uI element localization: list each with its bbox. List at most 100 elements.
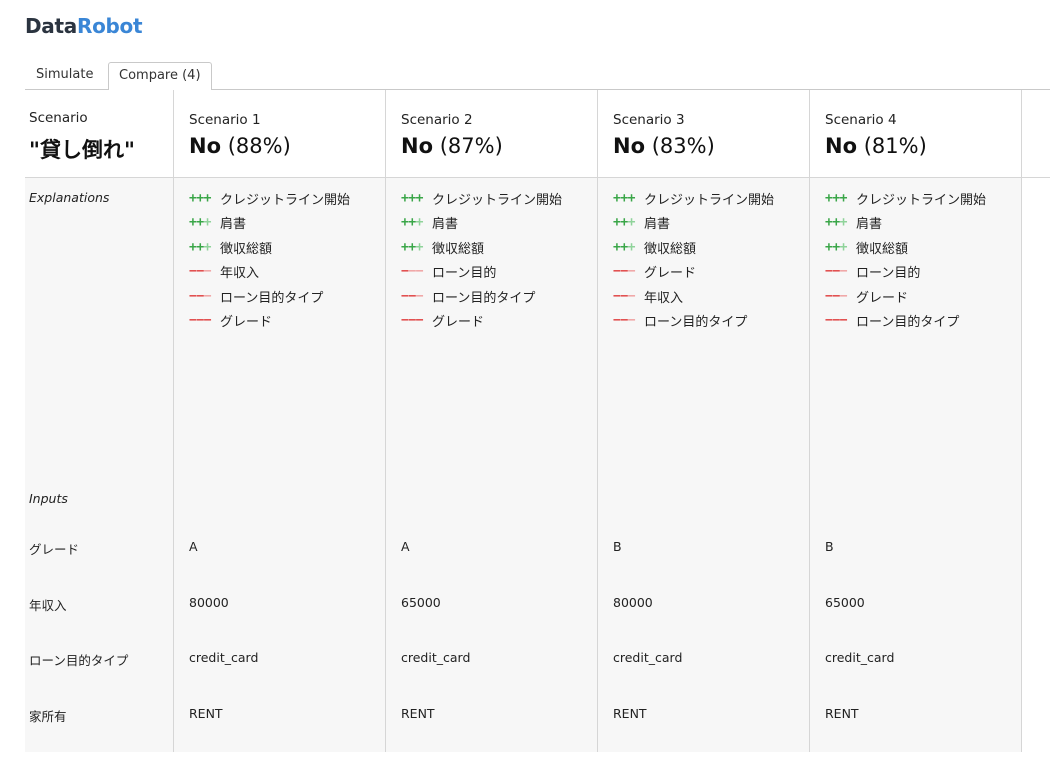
explanation-feature: 年収入 <box>644 290 684 306</box>
explanation-feature: 肩書 <box>220 217 247 233</box>
explanation-feature: クレジットライン開始 <box>856 192 987 208</box>
scenario-prediction: No (87%) <box>401 134 503 158</box>
positive-strength-icon: +++ <box>189 190 212 206</box>
input-value-annual-income: 65000 <box>401 595 441 610</box>
scenario-prediction: No (83%) <box>613 134 715 158</box>
explanation-feature: グレード <box>856 290 909 306</box>
explanation-item: −−− グレード <box>189 309 389 334</box>
explanation-item: −−− ローン目的タイプ <box>825 309 1025 334</box>
explanation-feature: ローン目的 <box>856 266 921 282</box>
explanations-list: +++ クレジットライン開始 +++ 肩書 +++ 徴収総額 −−− ローン目的 −−− ローン目… <box>401 186 601 333</box>
explanation-feature: 年収入 <box>220 266 260 282</box>
explanation-feature: ローン目的タイプ <box>856 315 960 331</box>
input-value-loan-purpose-type: credit_card <box>189 650 259 665</box>
explanation-feature: グレード <box>432 315 485 331</box>
tab-bar: Simulate Compare (4) <box>25 62 1050 91</box>
explanation-feature: クレジットライン開始 <box>432 192 563 208</box>
scenario-prediction: No (88%) <box>189 134 291 158</box>
explanation-item: +++ クレジットライン開始 <box>613 186 813 211</box>
scenario-name: Scenario 4 <box>825 112 897 128</box>
input-value-home-ownership: RENT <box>613 706 647 721</box>
datarobot-logo: DataRobot <box>25 14 143 38</box>
negative-strength-icon: −−− <box>613 313 636 329</box>
explanations-label: Explanations <box>29 190 110 205</box>
prediction-probability: (87%) <box>439 134 503 158</box>
input-value-grade: B <box>825 539 834 554</box>
prediction-label: No <box>401 134 434 158</box>
explanation-item: +++ 肩書 <box>825 211 1025 236</box>
explanation-item: −−− ローン目的タイプ <box>613 309 813 334</box>
prediction-probability: (83%) <box>651 134 715 158</box>
input-label-home-ownership: 家所有 <box>29 709 67 724</box>
input-value-home-ownership: RENT <box>825 706 859 721</box>
input-value-home-ownership: RENT <box>401 706 435 721</box>
negative-strength-icon: −−− <box>613 288 636 304</box>
input-value-grade: B <box>613 539 622 554</box>
compare-grid: Scenario "貸し倒れ" Explanations Inputs グレード… <box>25 90 1050 752</box>
logo-part-data: Data <box>25 14 77 38</box>
explanation-item: +++ 徴収総額 <box>401 235 601 260</box>
negative-strength-icon: −−− <box>189 288 212 304</box>
scenario-name: Scenario 3 <box>613 112 685 128</box>
negative-strength-icon: −−− <box>401 288 424 304</box>
explanation-item: +++ 肩書 <box>613 211 813 236</box>
explanation-item: −−− グレード <box>825 284 1025 309</box>
explanation-feature: ローン目的タイプ <box>432 290 536 306</box>
explanation-feature: 肩書 <box>644 217 671 233</box>
explanation-item: +++ クレジットライン開始 <box>401 186 601 211</box>
explanation-item: +++ 徴収総額 <box>189 235 389 260</box>
positive-strength-icon: +++ <box>189 239 212 255</box>
label-column: Scenario "貸し倒れ" Explanations Inputs グレード… <box>25 90 173 752</box>
positive-strength-icon: +++ <box>825 239 848 255</box>
input-value-annual-income: 65000 <box>825 595 865 610</box>
explanation-item: −−− ローン目的タイプ <box>401 284 601 309</box>
explanations-list: +++ クレジットライン開始 +++ 肩書 +++ 徴収総額 −−− グレード −−− 年収入 −−… <box>613 186 813 333</box>
positive-strength-icon: +++ <box>825 215 848 231</box>
positive-strength-icon: +++ <box>401 215 424 231</box>
input-value-grade: A <box>401 539 410 554</box>
explanation-item: −−− グレード <box>613 260 813 285</box>
explanation-feature: ローン目的 <box>432 266 497 282</box>
scenario-name: Scenario 1 <box>189 112 261 128</box>
logo-part-robot: Robot <box>76 14 143 38</box>
negative-strength-icon: −−− <box>401 313 424 329</box>
prediction-label: No <box>825 134 858 158</box>
scenario-column-3: Scenario 3 No (83%) +++ クレジットライン開始 +++ 肩書 ++… <box>597 90 810 752</box>
input-value-grade: A <box>189 539 198 554</box>
tab-simulate[interactable]: Simulate <box>25 62 104 90</box>
scenario-prediction: No (81%) <box>825 134 927 158</box>
scenario-column-1: Scenario 1 No (88%) +++ クレジットライン開始 +++ 肩書 ++… <box>173 90 386 752</box>
tab-compare[interactable]: Compare (4) <box>108 62 212 91</box>
explanation-feature: 徴収総額 <box>644 241 697 257</box>
negative-strength-icon: −−− <box>825 313 848 329</box>
explanation-feature: 肩書 <box>432 217 459 233</box>
explanation-item: +++ クレジットライン開始 <box>189 186 389 211</box>
negative-strength-icon: −−− <box>401 264 424 280</box>
prediction-label: No <box>613 134 646 158</box>
input-label-loan-purpose-type: ローン目的タイプ <box>29 653 129 668</box>
target-name: "貸し倒れ" <box>29 138 135 162</box>
negative-strength-icon: −−− <box>189 264 212 280</box>
explanation-feature: 徴収総額 <box>220 241 273 257</box>
input-value-annual-income: 80000 <box>189 595 229 610</box>
explanation-feature: クレジットライン開始 <box>220 192 351 208</box>
positive-strength-icon: +++ <box>613 190 636 206</box>
explanation-feature: グレード <box>644 266 697 282</box>
positive-strength-icon: +++ <box>401 239 424 255</box>
positive-strength-icon: +++ <box>613 239 636 255</box>
explanation-item: −−− グレード <box>401 309 601 334</box>
explanation-item: −−− 年収入 <box>189 260 389 285</box>
input-value-loan-purpose-type: credit_card <box>401 650 471 665</box>
explanation-feature: ローン目的タイプ <box>220 290 324 306</box>
positive-strength-icon: +++ <box>613 215 636 231</box>
negative-strength-icon: −−− <box>189 313 212 329</box>
explanation-feature: クレジットライン開始 <box>644 192 775 208</box>
explanation-item: −−− 年収入 <box>613 284 813 309</box>
explanation-feature: 徴収総額 <box>432 241 485 257</box>
negative-strength-icon: −−− <box>825 264 848 280</box>
positive-strength-icon: +++ <box>189 215 212 231</box>
negative-strength-icon: −−− <box>613 264 636 280</box>
prediction-probability: (81%) <box>863 134 927 158</box>
explanation-feature: 徴収総額 <box>856 241 909 257</box>
input-label-annual-income: 年収入 <box>29 598 67 613</box>
